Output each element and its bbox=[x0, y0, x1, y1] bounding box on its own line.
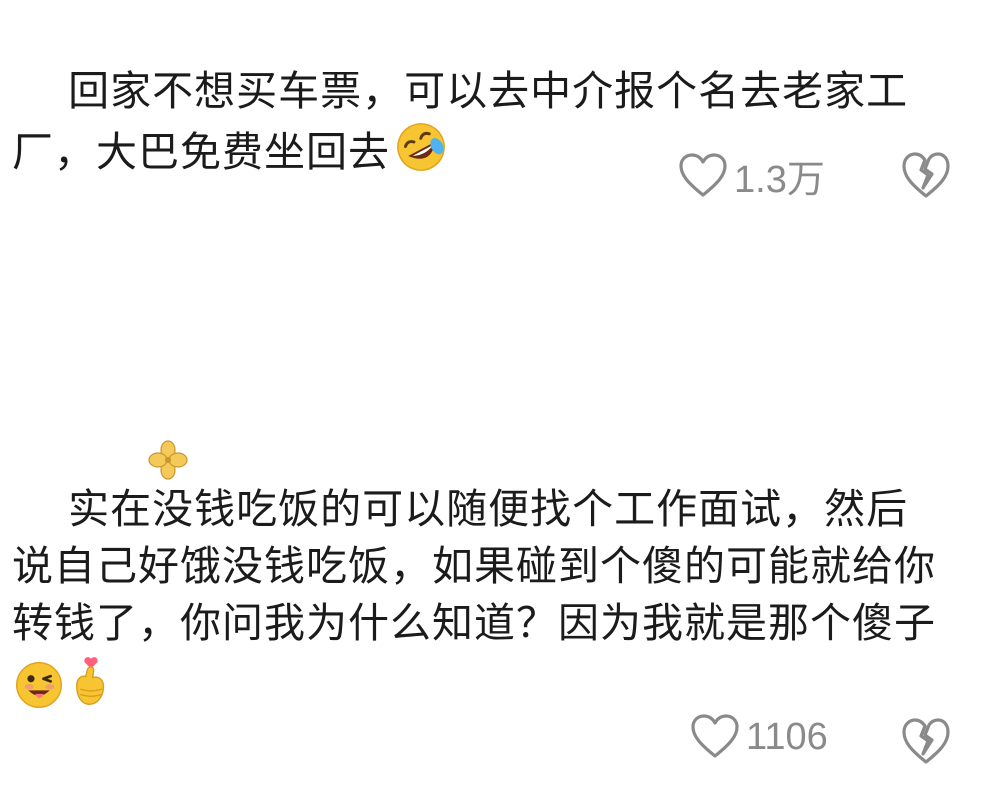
comment-2-like-count: 1106 bbox=[746, 715, 828, 758]
comment-1-like-count: 1.3万 bbox=[734, 159, 825, 201]
clover-sticker-icon bbox=[148, 440, 188, 480]
heart-outline-icon bbox=[691, 714, 739, 758]
comment-2-dislike-button[interactable] bbox=[900, 716, 952, 766]
comment-2-text: 实在没钱吃饭的可以随便找个工作面试，然后说自己好饿没钱吃饭，如果碰到个傻的可能就… bbox=[12, 485, 936, 647]
winking-tongue-out-emoji bbox=[16, 662, 62, 708]
comment-1-like-button[interactable]: 1.3万 bbox=[678, 148, 825, 203]
comment-1-actions: 1.3万 bbox=[0, 148, 1000, 204]
finger-heart-emoji bbox=[76, 657, 105, 705]
broken-heart-icon bbox=[902, 718, 950, 764]
broken-heart-icon bbox=[902, 152, 950, 198]
heart-outline-icon bbox=[679, 152, 727, 197]
comment-2-like-button[interactable]: 1106 bbox=[690, 714, 828, 760]
comment-1-dislike-button[interactable] bbox=[900, 150, 952, 200]
comment-2-actions: 1106 bbox=[0, 714, 1000, 770]
